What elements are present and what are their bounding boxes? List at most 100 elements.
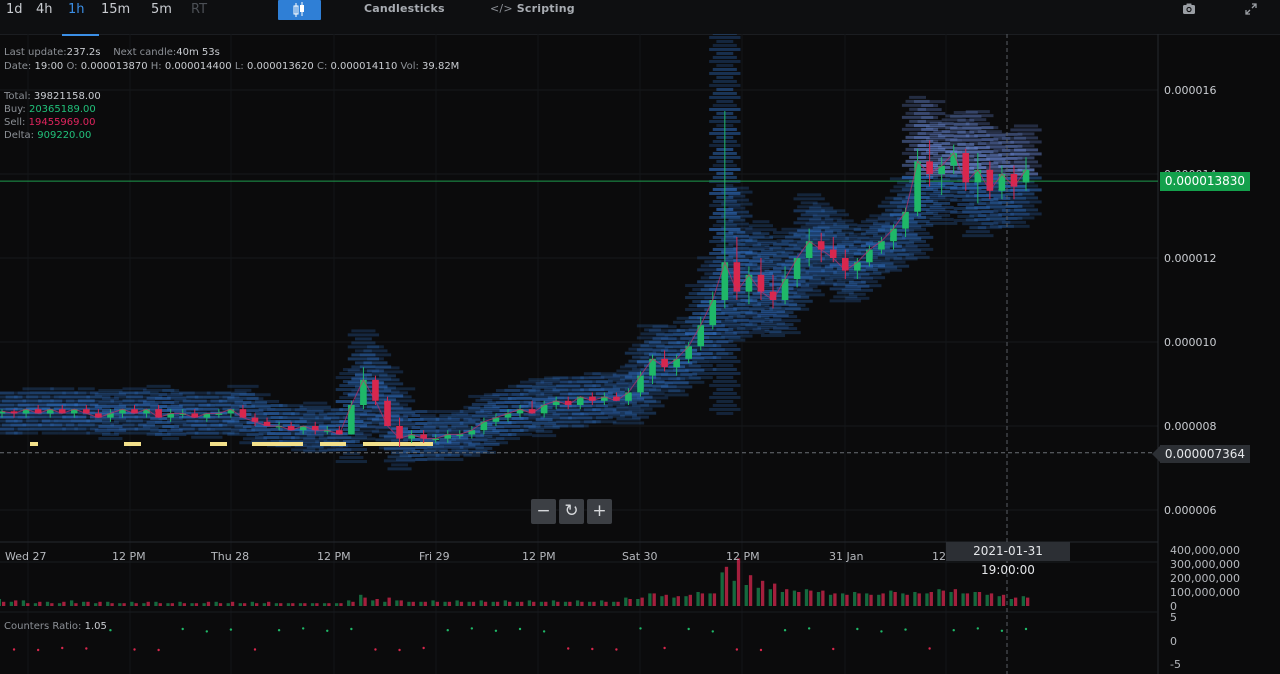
chart-area[interactable] xyxy=(0,34,1280,674)
liquidity-level xyxy=(745,228,777,232)
liquidity-level xyxy=(146,384,171,388)
volume-bar-sell xyxy=(520,601,524,606)
volume-bar-sell xyxy=(905,594,909,606)
volume-bar-buy xyxy=(865,593,869,606)
liquidity-level xyxy=(821,209,846,213)
price-tick-label: 0.000016 xyxy=(1164,84,1217,97)
volume-bar-sell xyxy=(495,601,500,606)
sell-value: 19455969.00 xyxy=(28,117,96,128)
liquidity-level xyxy=(860,280,878,284)
volume-bar-sell xyxy=(1001,594,1006,606)
large-order-marker xyxy=(124,442,141,446)
volume-bar-buy xyxy=(286,603,291,606)
timeframe-1d[interactable]: 1d xyxy=(6,0,23,36)
counter-dot xyxy=(1000,629,1004,632)
volume-bar-sell xyxy=(736,558,741,606)
volume-bar-sell xyxy=(929,592,933,606)
liquidity-level xyxy=(716,399,734,403)
liquidity-level xyxy=(724,222,749,226)
volume-bar-sell xyxy=(821,590,825,606)
volume-bar-sell xyxy=(604,601,608,606)
volume-bar-sell xyxy=(893,592,897,606)
zoom-out-button[interactable]: − xyxy=(531,499,556,524)
timeframe-1h[interactable]: 1h xyxy=(62,0,99,36)
liquidity-level xyxy=(624,411,657,415)
volume-bar-sell xyxy=(712,593,717,606)
liquidity-level xyxy=(379,374,396,378)
volume-bar-buy xyxy=(648,593,652,606)
volume-bar-sell xyxy=(556,601,560,606)
counter-dot xyxy=(856,627,859,631)
volume-bar-sell xyxy=(785,589,789,606)
candle-body xyxy=(914,161,921,212)
chart-type-button[interactable] xyxy=(278,0,321,20)
vol-value: 39.82M xyxy=(422,61,460,72)
total-row: Total: 39821158.00 xyxy=(4,90,101,103)
counters-ratio: Counters Ratio: 1.05 xyxy=(4,621,107,632)
volume-bar-sell xyxy=(544,601,548,606)
zoom-in-button[interactable]: + xyxy=(587,499,612,524)
volume-bar-buy xyxy=(0,599,1,606)
volume-bar-sell xyxy=(592,601,596,606)
timeframe-rt[interactable]: RT xyxy=(191,0,207,36)
liquidity-level xyxy=(709,347,741,351)
expand-icon[interactable] xyxy=(1244,2,1258,16)
time-tick-label: 12 PM xyxy=(522,550,556,563)
liquidity-level xyxy=(709,47,741,51)
liquidity-level xyxy=(836,219,854,223)
delta-value: 909220.00 xyxy=(37,130,92,141)
counter-dot xyxy=(374,648,377,651)
liquidity-level xyxy=(773,315,798,319)
volume-bar-buy xyxy=(780,592,785,606)
next-candle-value: 40m 53s xyxy=(176,47,220,58)
timeframe-5m[interactable]: 5m xyxy=(151,0,172,36)
liquidity-level xyxy=(673,380,705,384)
volume-bar-sell xyxy=(447,601,452,606)
liquidity-level xyxy=(664,393,689,397)
volume-bar-sell xyxy=(459,601,464,606)
liquidity-level xyxy=(962,234,994,238)
candle-body xyxy=(1022,169,1030,183)
liquidity-level xyxy=(773,327,798,331)
volume-bar-sell xyxy=(411,601,415,606)
volume-bar-sell xyxy=(351,601,355,606)
reset-zoom-button[interactable]: ↻ xyxy=(559,499,584,524)
volume-bar-sell xyxy=(158,603,162,606)
crosshair-price-tag: 0.000007364 xyxy=(1152,445,1250,463)
counter-dot xyxy=(398,648,401,652)
liquidity-level xyxy=(716,351,734,355)
liquidity-level xyxy=(998,224,1030,228)
volume-bar-sell xyxy=(748,575,753,606)
volume-bar-buy xyxy=(238,603,242,606)
volume-bar-buy xyxy=(479,600,483,606)
open-label: O: xyxy=(66,61,78,72)
liquidity-level xyxy=(721,334,753,338)
counter-dot xyxy=(422,646,425,650)
volume-bar-buy xyxy=(708,593,712,606)
liquidity-level xyxy=(1013,196,1039,200)
delta-row: Delta: 909220.00 xyxy=(4,129,101,142)
camera-icon[interactable] xyxy=(1182,2,1196,16)
liquidity-level xyxy=(339,456,364,460)
volume-bar-sell xyxy=(917,593,921,606)
liquidity-level xyxy=(712,67,737,71)
counter-dot xyxy=(446,629,449,632)
liquidity-level xyxy=(797,193,822,197)
scripting-menu[interactable]: </> Scripting xyxy=(490,2,575,15)
liquidity-level xyxy=(1017,192,1035,196)
candlesticks-menu[interactable]: Candlesticks xyxy=(364,2,445,15)
liquidity-level xyxy=(785,307,810,311)
timeframe-15m[interactable]: 15m xyxy=(101,0,130,36)
liquidity-level xyxy=(724,210,749,214)
liquidity-level xyxy=(712,34,737,35)
liquidity-level xyxy=(1013,208,1039,212)
liquidity-level xyxy=(716,387,734,391)
volume-bar-buy xyxy=(130,601,134,606)
timeframe-4h[interactable]: 4h xyxy=(36,0,53,36)
volume-bar-buy xyxy=(684,596,688,606)
counter-dot xyxy=(783,629,787,632)
volume-bar-buy xyxy=(57,603,62,606)
volume-bar-sell xyxy=(532,601,536,606)
liquidity-level xyxy=(1001,220,1026,224)
counter-dot xyxy=(952,629,955,632)
